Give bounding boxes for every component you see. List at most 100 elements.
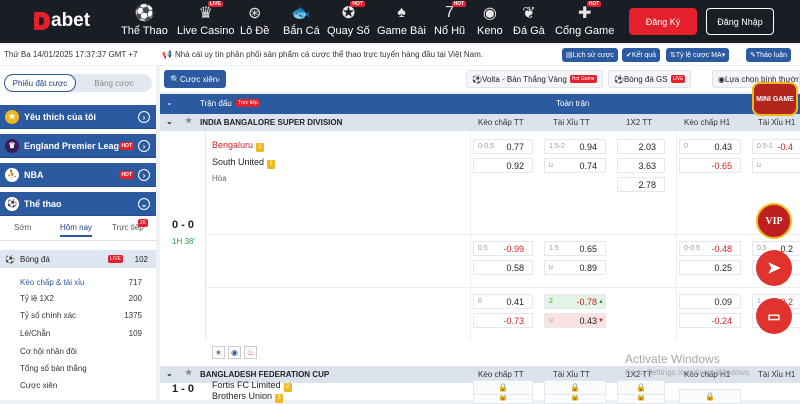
live-chat-icon[interactable]: ▭ bbox=[756, 298, 792, 334]
nav-item-live-casino[interactable]: ♛ LIVE Live Casino bbox=[177, 1, 234, 41]
brand-logo[interactable]: abet bbox=[34, 10, 90, 32]
menu-item-odd-even[interactable]: Lẻ/Chẵn bbox=[20, 329, 50, 338]
odds-cell[interactable]: u bbox=[752, 158, 800, 173]
arrow-down-icon: ▼ bbox=[598, 317, 604, 324]
sidebar-item-nba[interactable]: ⛹ NBA HOT › bbox=[0, 163, 156, 187]
nav-badge: LIVE bbox=[207, 1, 223, 7]
menu-item-parlay[interactable]: Cược xiên bbox=[20, 381, 57, 390]
league-header[interactable]: ⌄ ★ INDIA BANGALORE SUPER DIVISION Kèo c… bbox=[160, 114, 800, 131]
odds-cell[interactable]: 0.92 bbox=[473, 158, 533, 173]
parlay-button[interactable]: 🔍 Cược xiên › bbox=[164, 70, 226, 88]
odds-cell-falling[interactable]: u 0.43 ▼ bbox=[544, 313, 606, 328]
odds-cell[interactable]: -0.24 bbox=[679, 313, 741, 328]
ticker-football-gs[interactable]: ⚽ Bóng đá GS LIVE bbox=[608, 70, 692, 88]
odds-cell[interactable]: 0 0.41 bbox=[473, 294, 533, 309]
odds-cell[interactable]: 0.09 bbox=[679, 294, 741, 309]
vip-badge[interactable]: VIP bbox=[756, 203, 792, 239]
sidebar-item-sports[interactable]: ⚽ Thể thao ⌄ bbox=[0, 192, 156, 216]
register-button[interactable]: Đăng Ký bbox=[629, 8, 697, 35]
nba-icon: ⛹ bbox=[5, 167, 19, 182]
rooster-icon: ❦ bbox=[522, 5, 536, 22]
sidebar-item-label: England Premier League bbox=[24, 140, 130, 151]
nav-item-fishing[interactable]: 🐟 Bắn Cá bbox=[283, 3, 320, 41]
menu-item-correct-score[interactable]: Tỷ số chính xác bbox=[20, 311, 76, 320]
odds-cell[interactable]: 0.5 -0.99 bbox=[473, 241, 533, 256]
match-time: 1H 38' bbox=[172, 237, 195, 246]
tab-today[interactable]: Hôm nay bbox=[60, 223, 93, 237]
menu-item-handicap-ou[interactable]: Kèo chấp & tài xỉu bbox=[20, 278, 84, 287]
odds-value: -0.4 bbox=[777, 141, 793, 152]
sidebar-item-favorites[interactable]: ★ Yêu thích của tôi › bbox=[0, 105, 156, 129]
brand-name: abet bbox=[51, 10, 91, 31]
menu-item-total-goals[interactable]: Tổng số bàn thắng bbox=[20, 364, 87, 373]
mini-game-badge[interactable]: MINI GAME bbox=[752, 82, 798, 116]
league-name: BANGLADESH FEDERATION CUP bbox=[200, 370, 330, 379]
hot-flame-icon[interactable]: ♨ bbox=[244, 346, 257, 359]
nav-label: Đá Gà bbox=[513, 25, 545, 37]
ticker-volta[interactable]: ⚽ Volta - Bàn Thắng Vàng Hot Game bbox=[466, 70, 603, 88]
nav-label: Nổ Hũ bbox=[434, 25, 466, 37]
login-button[interactable]: Đăng Nhập bbox=[706, 8, 774, 35]
menu-item-1x2[interactable]: Tỷ lệ 1X2 bbox=[20, 294, 54, 303]
tab-bet-board[interactable]: Bảng cược bbox=[78, 74, 150, 92]
nav-item-game-portal[interactable]: ✚ HOT Cổng Game bbox=[555, 1, 614, 41]
telegram-icon[interactable]: ➤ bbox=[756, 250, 792, 286]
column-header: Kèo chấp TT bbox=[478, 118, 524, 127]
collapse-icon[interactable]: ⌄ bbox=[166, 369, 173, 378]
under-marker: u bbox=[549, 264, 553, 271]
discussion-button[interactable]: ✎ Thảo luận bbox=[746, 48, 792, 62]
nav-item-lottery[interactable]: ⊛ Lô Đề bbox=[240, 3, 269, 41]
tab-early[interactable]: Sớm bbox=[14, 223, 31, 232]
nav-item-slots[interactable]: 7 HOT Nổ Hũ bbox=[434, 1, 467, 41]
nav-item-number-draw[interactable]: ✪ HOT Quay Số bbox=[327, 1, 370, 41]
nav-item-card-games[interactable]: ♠ Game Bài bbox=[377, 3, 426, 41]
odds-type-select[interactable]: ⇅ Tỷ lệ cược MA ▾ bbox=[666, 48, 730, 62]
odds-cell[interactable]: 0-0.5 0.77 bbox=[473, 139, 533, 154]
odds-cell[interactable]: 0.58 bbox=[473, 260, 533, 275]
tab-bet-slip[interactable]: Phiếu đặt cược bbox=[4, 74, 76, 92]
star-icon[interactable]: ★ bbox=[185, 368, 192, 377]
nav-label: Game Bài bbox=[377, 25, 426, 37]
favorite-star-icon[interactable]: ★ bbox=[212, 346, 225, 359]
collapse-icon[interactable]: ⌄ bbox=[166, 117, 173, 126]
locked-odds-cell: 🔒 bbox=[544, 380, 606, 395]
odds-cell[interactable]: -0.73 bbox=[473, 313, 533, 328]
row-divider bbox=[206, 287, 800, 288]
sport-row-football[interactable]: ⚽ Bóng đá LIVE 102 bbox=[0, 250, 156, 268]
under-marker: u bbox=[549, 162, 553, 169]
odds-cell[interactable]: 1.5-2 0.94 bbox=[544, 139, 606, 154]
watch-eye-icon[interactable]: ◉ bbox=[228, 346, 241, 359]
odds-cell-rising[interactable]: 2 -0.78 ▲ bbox=[544, 294, 606, 309]
header-match: Trận đấu bbox=[200, 99, 232, 108]
odds-cell[interactable]: 1.5 0.65 bbox=[544, 241, 606, 256]
odds-cell[interactable]: 2.78 bbox=[617, 177, 665, 192]
handicap-line: 0.5 bbox=[478, 245, 488, 252]
sidebar-item-premier-league[interactable]: ♛ England Premier League HOT › bbox=[0, 134, 156, 158]
odds-cell[interactable]: u 0.89 bbox=[544, 260, 606, 275]
collapse-icon[interactable]: ⌄ bbox=[166, 98, 173, 107]
odds-cell[interactable]: 0.5-1 -0.4 bbox=[752, 139, 800, 154]
vip-label: VIP bbox=[765, 215, 783, 227]
odds-cell[interactable]: 3.63 bbox=[617, 158, 665, 173]
menu-item-double-chance[interactable]: Cơ hội nhân đôi bbox=[20, 347, 77, 356]
column-divider bbox=[676, 131, 677, 339]
total-line: 1.5-2 bbox=[549, 143, 565, 150]
odds-cell[interactable]: 2.03 bbox=[617, 139, 665, 154]
odds-cell[interactable]: 0-0.5 -0.48 bbox=[679, 241, 741, 256]
nav-item-keno[interactable]: ◉ Keno bbox=[477, 3, 503, 41]
odds-value: 0.41 bbox=[506, 296, 524, 307]
results-button[interactable]: ✔ Kết quả bbox=[622, 48, 661, 62]
bet-history-button[interactable]: ▤ Lịch sử cược bbox=[562, 48, 618, 62]
star-icon[interactable]: ★ bbox=[185, 116, 192, 125]
odds-cell[interactable]: 0 0.43 bbox=[679, 139, 741, 154]
live-filter-chip[interactable]: Trực tiếp bbox=[236, 99, 260, 107]
nav-item-sports[interactable]: ⚽ Thể Thao bbox=[121, 3, 168, 41]
away-team-name: South United bbox=[212, 157, 265, 167]
info-bar: Thứ Ba 14/01/2025 17:37:37 GMT +7 📢 Nhà c… bbox=[0, 45, 800, 65]
premier-league-icon: ♛ bbox=[5, 138, 19, 153]
nav-label: Keno bbox=[477, 25, 503, 37]
odds-cell[interactable]: -0.65 bbox=[679, 158, 741, 173]
odds-cell[interactable]: 0.25 bbox=[679, 260, 741, 275]
odds-cell[interactable]: u 0.74 bbox=[544, 158, 606, 173]
nav-item-cockfight[interactable]: ❦ Đá Gà bbox=[513, 3, 545, 41]
